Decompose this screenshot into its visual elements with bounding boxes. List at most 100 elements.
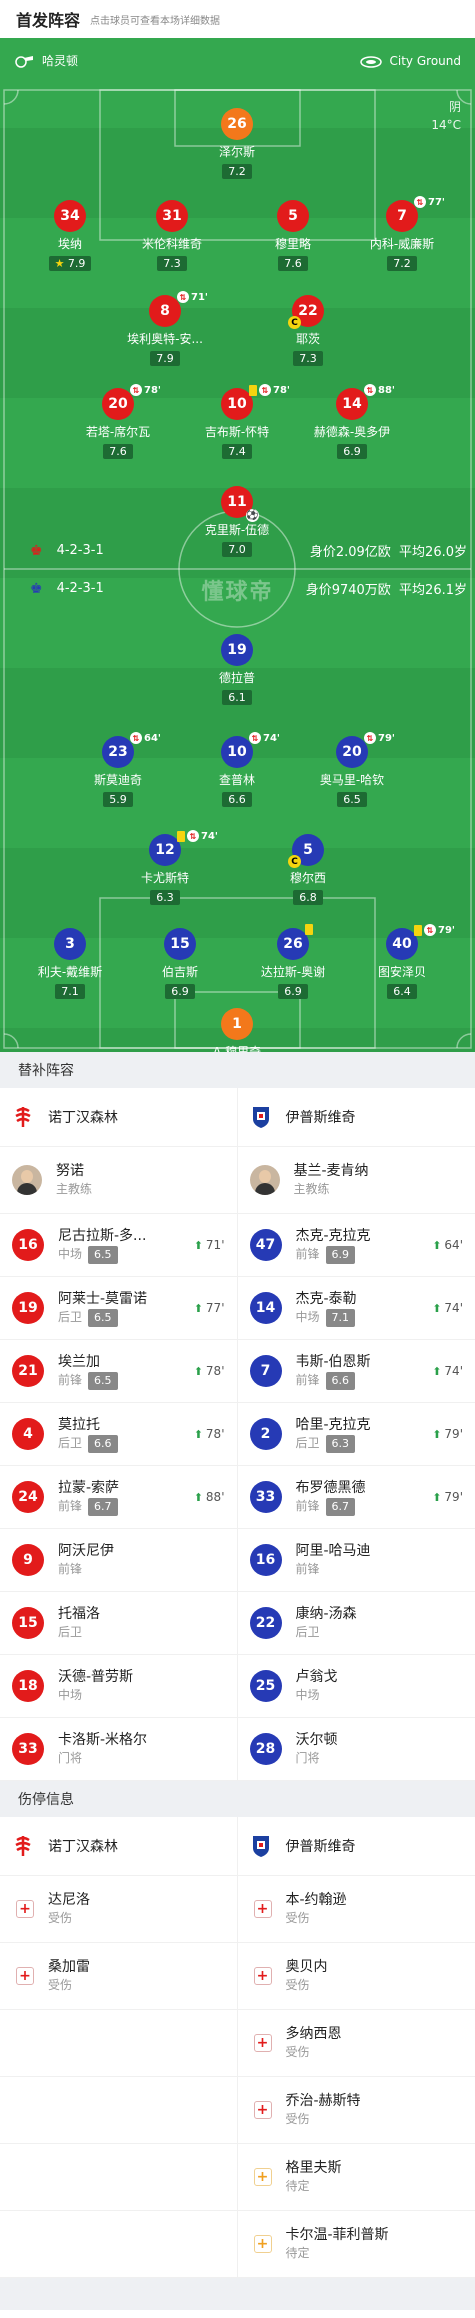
sub-info: 阿里-哈马迪 前锋 (296, 1542, 371, 1578)
sub-position: 前锋 6.7 (296, 1497, 366, 1516)
away-injury[interactable]: + 本-约翰逊 受伤 (238, 1876, 475, 1942)
home-sub[interactable]: 21 埃兰加 前锋 6.5 ⬆ 78' (0, 1340, 238, 1402)
sub-info: 拉蒙-索萨 前锋 6.7 (58, 1479, 119, 1516)
player-name: 穆尔西 (289, 871, 326, 885)
away-sub[interactable]: 2 哈里-克拉克 后卫 6.3 ⬆ 79' (238, 1403, 475, 1465)
sub-rating: 6.5 (88, 1371, 118, 1390)
position-text: 中场 (58, 1688, 83, 1702)
injury-status: 受伤 (285, 1978, 310, 1992)
home-age: 平均26.0岁 (399, 545, 467, 560)
sub-position: 前锋 6.7 (58, 1497, 119, 1516)
player-home[interactable]: 8 ⇅ 71' 埃利奥特-安... 7.9 (105, 291, 225, 366)
sub-number: 22 (249, 1607, 282, 1639)
player-home[interactable]: 7 ⇅ 77' 内科-威廉斯 7.2 (342, 196, 462, 271)
home-coach[interactable]: 努诺 主教练 (0, 1147, 238, 1213)
substitution-icon: ⇅ (130, 732, 142, 744)
home-value: 身价2.09亿欧 (309, 545, 391, 560)
away-injury[interactable]: + 卡尔温-菲利普斯 待定 (238, 2211, 475, 2277)
player-away[interactable]: 19 德拉普 6.1 (177, 634, 297, 705)
home-sub[interactable]: 4 莫拉托 后卫 6.6 ⬆ 78' (0, 1403, 238, 1465)
yellow-card-icon (177, 830, 185, 842)
sub-rating: 6.9 (325, 1245, 356, 1264)
injured-player-name: 本-约翰逊 (285, 1892, 347, 1908)
home-sub[interactable]: 33 卡洛斯-米格尔 门将 (0, 1718, 238, 1780)
player-away[interactable]: 10 ⇅ 74' 查普林 6.6 (177, 732, 297, 807)
player-home[interactable]: 11 ⚽ 克里斯-伍德 7.0 (177, 486, 297, 557)
home-sub[interactable]: 9 阿沃尼伊 前锋 (0, 1529, 238, 1591)
home-team[interactable]: 诺丁汉森林 (0, 1088, 238, 1146)
away-sub[interactable]: 16 阿里-哈马迪 前锋 (238, 1529, 475, 1591)
player-number: 3 (54, 928, 86, 960)
away-sub[interactable]: 28 沃尔顿 门将 (238, 1718, 475, 1780)
player-away[interactable]: 5 C 穆尔西 6.8 (248, 834, 368, 905)
player-away[interactable]: 15 伯吉斯 6.9 (120, 928, 240, 999)
injury-row: + 格里夫斯 待定 (0, 2144, 475, 2211)
away-sub[interactable]: 25 卢翁戈 中场 (238, 1655, 475, 1717)
sub-row: 4 莫拉托 后卫 6.6 ⬆ 78' 2 哈里-克拉克 后卫 6.3 ⬆ 79' (0, 1403, 475, 1466)
sub-number: 4 (12, 1418, 44, 1450)
player-home[interactable]: 26 泽尔斯 7.2 (177, 108, 297, 179)
sub-info: 哈里-克拉克 后卫 6.3 (296, 1416, 371, 1453)
player-away[interactable]: 20 ⇅ 79' 奥马里-哈钦 6.5 (292, 732, 412, 807)
sub-row: 16 尼古拉斯-多... 中场 6.5 ⬆ 71' 47 杰克-克拉克 前锋 6.9 ⬆ 64' (0, 1214, 475, 1277)
sub-name: 阿莱士-莫雷诺 (58, 1290, 148, 1307)
sub-name: 杰克-克拉克 (295, 1227, 371, 1244)
home-team[interactable]: 诺丁汉森林 (0, 1817, 238, 1875)
home-sub[interactable]: 16 尼古拉斯-多... 中场 6.5 ⬆ 71' (0, 1214, 238, 1276)
sub-position: 后卫 6.3 (296, 1434, 371, 1453)
player-away[interactable]: 26 达拉斯-奥谢 6.9 (233, 924, 353, 999)
away-sub[interactable]: 47 杰克-克拉克 前锋 6.9 ⬆ 64' (238, 1214, 475, 1276)
away-team[interactable]: 伊普斯维奇 (238, 1817, 475, 1875)
away-team[interactable]: 伊普斯维奇 (238, 1088, 475, 1146)
captain-icon: C (288, 316, 301, 329)
sub-position: 前锋 6.9 (296, 1245, 371, 1264)
player-away[interactable]: 12 ⇅ 74' 卡尤斯特 6.3 (105, 830, 225, 905)
away-injury[interactable]: + 多纳西恩 受伤 (238, 2010, 475, 2076)
player-name: 卡尤斯特 (140, 871, 189, 885)
home-injury[interactable]: + 桑加雷 受伤 (0, 1943, 238, 2009)
home-sub[interactable]: 18 沃德-普劳斯 中场 (0, 1655, 238, 1717)
injured-player-name: 桑加雷 (48, 1959, 90, 1975)
home-team-name: 诺丁汉森林 (48, 1110, 118, 1126)
player-away[interactable]: 1A-穆里奇7.6 (177, 1008, 297, 1052)
player-home[interactable]: 5 穆里略 7.6 (233, 200, 353, 271)
player-home[interactable]: 31 米伦科维奇 7.3 (112, 200, 232, 271)
away-sub[interactable]: 14 杰克-泰勒 中场 7.1 ⬆ 74' (238, 1277, 475, 1339)
player-number: 1 (221, 1008, 253, 1040)
away-sub[interactable]: 22 康纳-汤森 后卫 (238, 1592, 475, 1654)
home-sub[interactable]: 19 阿莱士-莫雷诺 后卫 6.5 ⬆ 77' (0, 1277, 238, 1339)
sub-time: 74' (201, 830, 218, 842)
player-home[interactable]: 14 ⇅ 88' 赫德森-奥多伊 6.9 (292, 384, 412, 459)
player-away[interactable]: 40 ⇅ 79' 图安泽贝 6.4 (342, 924, 462, 999)
player-home[interactable]: 10 ⇅ 78' 吉布斯-怀特 7.4 (177, 384, 297, 459)
away-injury[interactable]: + 乔治-赫斯特 受伤 (238, 2077, 475, 2143)
player-name: 埃利奥特-安... (127, 332, 203, 346)
sub-info: 沃德-普劳斯 中场 (58, 1668, 133, 1704)
away-injury[interactable]: + 格里夫斯 待定 (238, 2144, 475, 2210)
player-away[interactable]: 23 ⇅ 64' 斯莫迪奇 5.9 (58, 732, 178, 807)
home-injury[interactable]: + 达尼洛 受伤 (0, 1876, 238, 1942)
position-text: 门将 (295, 1751, 320, 1765)
player-name: 利夫-戴维斯 (37, 965, 103, 979)
player-home[interactable]: 20 ⇅ 78' 若塔-席尔瓦 7.6 (58, 384, 178, 459)
avatar (12, 1165, 42, 1195)
away-sub[interactable]: 7 韦斯-伯恩斯 前锋 6.6 ⬆ 74' (238, 1340, 475, 1402)
home-sub[interactable]: 24 拉蒙-索萨 前锋 6.7 ⬆ 88' (0, 1466, 238, 1528)
away-sub[interactable]: 33 布罗德黑德 前锋 6.7 ⬆ 79' (238, 1466, 475, 1528)
position-text: 后卫 (295, 1435, 320, 1450)
sub-row: 24 拉蒙-索萨 前锋 6.7 ⬆ 88' 33 布罗德黑德 前锋 6.7 ⬆ 79' (0, 1466, 475, 1529)
away-coach[interactable]: 基兰-麦肯纳 主教练 (238, 1147, 475, 1213)
player-number: 10 ⇅ 74' (221, 732, 280, 768)
away-age: 平均26.1岁 (399, 583, 467, 598)
sub-info: 阿沃尼伊 前锋 (58, 1542, 114, 1578)
player-name: 克里斯-伍德 (204, 523, 270, 537)
position-text: 后卫 (58, 1435, 83, 1450)
away-injury[interactable]: + 奥贝内 受伤 (238, 1943, 475, 2009)
player-name: 赫德森-奥多伊 (313, 425, 391, 439)
player-home[interactable]: 22 C 耶茨 7.3 (248, 295, 368, 366)
home-sub[interactable]: 15 托福洛 后卫 (0, 1592, 238, 1654)
player-away[interactable]: 3 利夫-戴维斯 7.1 (10, 928, 130, 999)
event-markers: ⇅ 74' (249, 732, 280, 744)
sub-in-icon: ⬆ (193, 1490, 203, 1504)
sub-minute: 74' (444, 1301, 463, 1315)
